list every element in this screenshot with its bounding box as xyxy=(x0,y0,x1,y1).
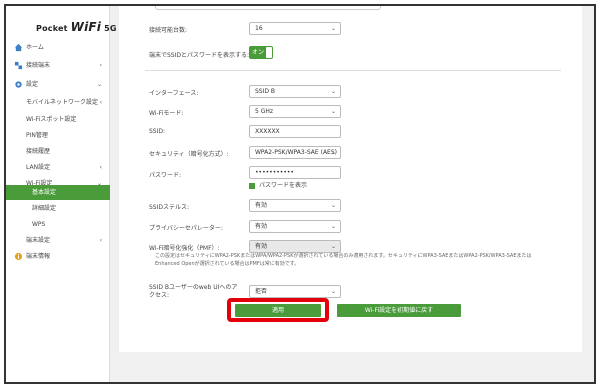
chevron-left-icon: ‹ xyxy=(99,237,102,244)
checkbox-checked-icon xyxy=(249,182,255,189)
chevron-down-icon: ⌄ xyxy=(330,88,336,95)
pmf-value: 有効 xyxy=(255,243,268,250)
ssid-stealth-value: 有効 xyxy=(255,202,268,209)
wifi-mode-select[interactable]: 5 GHz ⌄ xyxy=(249,105,341,118)
privacy-separator-select[interactable]: 有効 ⌄ xyxy=(249,220,341,233)
pmf-label: Wi-Fi暗号化強化（PMF）: xyxy=(149,245,220,252)
max-connections-label: 接続可能台数: xyxy=(149,27,188,34)
show-password-label: パスワードを表示 xyxy=(259,182,308,189)
ssid-label: SSID: xyxy=(149,128,166,135)
logo-prefix: Pocket xyxy=(36,24,71,33)
chevron-down-icon: ⌄ xyxy=(330,202,336,209)
interface-value: SSID B xyxy=(255,88,276,95)
logo-brand: WiFi xyxy=(70,20,102,34)
chevron-left-icon: ‹ xyxy=(99,164,102,171)
security-value: WPA2-PSK/WPA3-SAE (AES) xyxy=(255,149,337,156)
ssid-input[interactable]: XXXXXX xyxy=(249,125,341,138)
chevron-down-icon: ⌄ xyxy=(330,243,336,250)
sidebar-item-label: WPS xyxy=(32,221,46,228)
info-icon xyxy=(14,252,23,261)
interface-select[interactable]: SSID B ⌄ xyxy=(249,85,341,98)
max-connections-select[interactable]: 16 ⌄ xyxy=(249,22,341,35)
sidebar-item-device-info[interactable]: 端末情報 xyxy=(6,249,110,264)
settings-panel: 接続可能台数: 16 ⌄ 端末でSSIDとパスワードを表示する: オン インターフ… xyxy=(119,6,582,352)
max-connections-value: 16 xyxy=(255,25,263,32)
pmf-note: この設定はセキュリティにWPA2-PSKまたはWPA/WPA2-PSKが選択され… xyxy=(155,253,532,267)
home-icon xyxy=(14,43,23,52)
chevron-down-icon: ⌄ xyxy=(96,81,102,88)
sidebar-item-label: 接続端末 xyxy=(26,62,51,69)
sidebar-item-label: 基本設定 xyxy=(32,189,57,196)
sidebar-item-label: 設定 xyxy=(26,81,39,88)
sidebar: Pocket WiFi 5G ホーム 接続端末 ‹ 設定 ⌄ モバイルネットワー… xyxy=(6,6,116,382)
scrolled-field-edge xyxy=(155,6,381,10)
apply-button[interactable]: 適用 xyxy=(235,304,321,317)
chevron-down-icon: ⌄ xyxy=(330,223,336,230)
devices-icon xyxy=(14,61,23,70)
ssid-stealth-select[interactable]: 有効 ⌄ xyxy=(249,199,341,212)
sidebar-item-history[interactable]: 接続履歴 xyxy=(6,144,110,159)
sidebar-item-home[interactable]: ホーム xyxy=(6,40,110,55)
sidebar-item-mobile-network[interactable]: モバイルネットワーク設定 ‹ xyxy=(6,95,110,110)
interface-label: インターフェース: xyxy=(149,90,199,97)
logo-suffix: 5G xyxy=(101,24,117,33)
security-select[interactable]: WPA2-PSK/WPA3-SAE (AES) ⌄ xyxy=(249,146,341,159)
sidebar-item-label: ホーム xyxy=(26,44,44,51)
security-label: セキュリティ（暗号化方式）: xyxy=(149,151,229,158)
webui-access-select[interactable]: 拒否 ⌄ xyxy=(249,285,341,298)
chevron-down-icon: ⌄ xyxy=(330,108,336,115)
reset-wifi-button[interactable]: Wi-Fi設定を初期値に戻す xyxy=(337,304,461,317)
sidebar-item-devices[interactable]: 接続端末 ‹ xyxy=(6,58,110,73)
browser-frame: Pocket WiFi 5G ホーム 接続端末 ‹ 設定 ⌄ モバイルネットワー… xyxy=(4,4,596,384)
wifi-mode-label: Wi-Fiモード: xyxy=(149,110,184,117)
sidebar-item-label: LAN設定 xyxy=(26,164,51,171)
divider xyxy=(145,70,561,71)
show-ssid-toggle[interactable]: オン xyxy=(249,46,273,59)
sidebar-item-label: 端末情報 xyxy=(26,253,51,260)
sidebar-item-basic[interactable]: 基本設定 xyxy=(6,185,110,200)
wifi-mode-value: 5 GHz xyxy=(255,108,274,115)
toggle-knob xyxy=(266,47,272,58)
chevron-down-icon: ⌄ xyxy=(330,149,336,156)
sidebar-item-label: 接続履歴 xyxy=(26,148,51,155)
chevron-left-icon: ‹ xyxy=(99,62,102,69)
sidebar-item-device-settings[interactable]: 端末設定 ‹ xyxy=(6,233,110,248)
show-password-checkbox[interactable]: パスワードを表示 xyxy=(249,180,307,189)
toggle-label: オン xyxy=(252,49,265,56)
sidebar-item-label: 詳細設定 xyxy=(32,205,57,212)
sidebar-item-label: 端末設定 xyxy=(26,237,51,244)
privacy-separator-value: 有効 xyxy=(255,223,268,230)
sidebar-item-wps[interactable]: WPS xyxy=(6,217,110,232)
sidebar-item-label: PIN管理 xyxy=(26,132,48,139)
chevron-left-icon: ‹ xyxy=(99,99,102,106)
password-input[interactable]: ••••••••••• xyxy=(249,166,341,179)
sidebar-item-advanced[interactable]: 詳細設定 xyxy=(6,201,110,216)
password-label: パスワード: xyxy=(149,172,182,179)
show-ssid-label: 端末でSSIDとパスワードを表示する: xyxy=(149,52,250,59)
privacy-separator-label: プライバシーセパレーター: xyxy=(149,225,223,232)
sidebar-item-wifi-spot[interactable]: Wi-Fiスポット設定 xyxy=(6,112,110,127)
sidebar-item-pin[interactable]: PIN管理 xyxy=(6,128,110,143)
ssid-stealth-label: SSIDステルス: xyxy=(149,204,190,211)
sidebar-item-label: モバイルネットワーク設定 xyxy=(26,99,99,106)
webui-access-value: 拒否 xyxy=(255,288,268,295)
chevron-down-icon: ⌄ xyxy=(330,288,336,295)
sidebar-item-settings[interactable]: 設定 ⌄ xyxy=(6,77,110,92)
webui-access-label: SSID Bユーザーのweb UIへのアクセス: xyxy=(149,284,238,299)
chevron-down-icon: ⌄ xyxy=(330,25,336,32)
settings-icon xyxy=(15,81,22,88)
logo: Pocket WiFi 5G xyxy=(36,20,117,34)
sidebar-item-lan[interactable]: LAN設定 ‹ xyxy=(6,160,110,175)
sidebar-item-label: Wi-Fiスポット設定 xyxy=(26,116,77,123)
